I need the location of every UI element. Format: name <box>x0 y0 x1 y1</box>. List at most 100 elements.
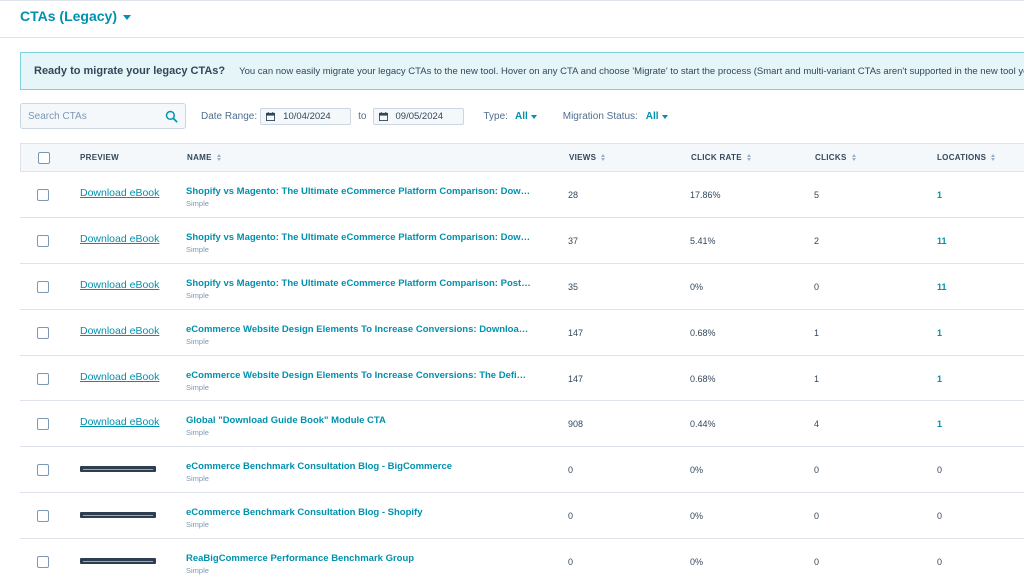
type-dropdown[interactable]: All <box>515 111 537 122</box>
row-checkbox[interactable] <box>37 326 49 339</box>
cell-locations[interactable]: 1 <box>937 374 942 384</box>
cta-name-link[interactable]: Shopify vs Magento: The Ultimate eCommer… <box>186 186 531 197</box>
cta-preview-image[interactable] <box>80 558 156 565</box>
cta-preview-link[interactable]: Download eBook <box>80 371 159 383</box>
banner-text: You can now easily migrate your legacy C… <box>239 65 1024 77</box>
cta-table: PREVIEW NAME VIEWS CLICK RATE CLICKS LOC… <box>20 143 1024 582</box>
cell-views: 0 <box>568 557 574 568</box>
cell-locations[interactable]: 1 <box>937 419 942 429</box>
row-checkbox[interactable] <box>37 372 49 385</box>
sort-icon[interactable] <box>851 154 856 161</box>
column-name[interactable]: NAME <box>187 153 221 162</box>
cta-name-link[interactable]: eCommerce Benchmark Consultation Blog - … <box>186 461 531 472</box>
cell-locations[interactable]: 11 <box>937 236 947 246</box>
cta-name-link[interactable]: Shopify vs Magento: The Ultimate eCommer… <box>186 278 531 289</box>
migration-status-dropdown[interactable]: All <box>646 111 668 122</box>
calendar-icon <box>266 111 276 121</box>
table-row[interactable]: Download eBook Global "Download Guide Boo… <box>20 401 1024 448</box>
cell-clicks: 1 <box>814 327 820 338</box>
cell-click-rate: 0% <box>690 557 704 568</box>
cell-locations[interactable]: 1 <box>937 190 942 200</box>
table-row[interactable]: Download eBook Shopify vs Magento: The Ul… <box>20 218 1024 264</box>
page-title-dropdown[interactable]: CTAs (Legacy) <box>20 8 131 24</box>
column-preview-label: PREVIEW <box>80 153 119 162</box>
cell-clicks: 0 <box>814 281 820 292</box>
column-click-rate[interactable]: CLICK RATE <box>691 153 751 162</box>
cta-name-link[interactable]: eCommerce Benchmark Consultation Blog - … <box>186 507 531 518</box>
cta-name-link[interactable]: Global "Download Guide Book" Module CTA <box>186 415 531 426</box>
column-locations-label: LOCATIONS <box>937 153 987 162</box>
cta-preview-image[interactable] <box>80 512 156 519</box>
cell-views: 147 <box>568 327 584 338</box>
cta-name-cell: ReaBigCommerce Performance Benchmark Gro… <box>186 553 531 575</box>
cta-type: Simple <box>186 382 209 392</box>
migration-status-value: All <box>645 110 659 122</box>
table-row[interactable]: eCommerce Benchmark Consultation Blog - … <box>20 493 1024 540</box>
cta-name-cell: Shopify vs Magento: The Ultimate eCommer… <box>186 186 531 208</box>
cell-locations: 0 <box>937 557 943 568</box>
table-header: PREVIEW NAME VIEWS CLICK RATE CLICKS LOC… <box>20 143 1024 172</box>
row-checkbox[interactable] <box>37 280 49 293</box>
table-row[interactable]: ReaBigCommerce Performance Benchmark Gro… <box>20 539 1024 582</box>
cta-preview-link[interactable]: Download eBook <box>80 325 159 337</box>
cell-clicks: 5 <box>814 190 820 200</box>
sort-icon[interactable] <box>216 154 221 161</box>
cta-preview-link[interactable]: Download eBook <box>80 416 159 428</box>
date-to-value: 09/05/2024 <box>395 110 444 122</box>
table-row[interactable]: Download eBook eCommerce Website Design E… <box>20 356 1024 402</box>
migration-banner: Ready to migrate your legacy CTAs? You c… <box>20 52 1024 90</box>
cta-preview-link[interactable]: Download eBook <box>80 187 159 199</box>
row-checkbox[interactable] <box>37 234 49 247</box>
table-row[interactable]: Download eBook eCommerce Website Design E… <box>20 310 1024 356</box>
date-from-picker[interactable]: 10/04/2024 <box>260 107 352 125</box>
sort-icon[interactable] <box>746 154 751 161</box>
row-checkbox[interactable] <box>37 510 49 523</box>
cell-click-rate: 0% <box>690 511 704 522</box>
cta-name-cell: Shopify vs Magento: The Ultimate eCommer… <box>186 278 531 300</box>
cell-clicks: 0 <box>814 465 820 476</box>
cta-preview-link[interactable]: Download eBook <box>80 233 159 245</box>
table-row[interactable]: Download eBook Shopify vs Magento: The Ul… <box>20 264 1024 310</box>
cell-clicks: 4 <box>814 419 820 430</box>
search-icon[interactable] <box>165 110 178 123</box>
row-checkbox[interactable] <box>37 464 49 477</box>
cta-type: Simple <box>186 336 209 346</box>
cta-name-link[interactable]: eCommerce Website Design Elements To Inc… <box>186 324 531 335</box>
table-row[interactable]: Download eBook Shopify vs Magento: The Ul… <box>20 172 1024 218</box>
cell-clicks: 0 <box>814 511 820 522</box>
cell-views: 35 <box>568 281 579 292</box>
cell-locations[interactable]: 1 <box>937 328 942 338</box>
cta-preview-image[interactable] <box>80 466 156 473</box>
select-all-checkbox[interactable] <box>38 152 50 164</box>
cell-locations[interactable]: 11 <box>937 282 947 292</box>
type-value: All <box>514 110 528 122</box>
column-locations[interactable]: LOCATIONS <box>937 153 996 162</box>
page-header: CTAs (Legacy) <box>0 0 1024 38</box>
cell-click-rate: 17.86% <box>690 190 721 200</box>
sort-icon[interactable] <box>991 154 996 161</box>
cta-name-link[interactable]: ReaBigCommerce Performance Benchmark Gro… <box>186 553 531 564</box>
cell-clicks: 0 <box>814 557 820 568</box>
cta-name-link[interactable]: eCommerce Website Design Elements To Inc… <box>186 370 531 381</box>
search-input[interactable] <box>28 110 158 122</box>
cta-preview-link[interactable]: Download eBook <box>80 279 159 291</box>
cta-type: Simple <box>186 244 209 254</box>
cta-name-cell: eCommerce Website Design Elements To Inc… <box>186 370 531 392</box>
cta-name-link[interactable]: Shopify vs Magento: The Ultimate eCommer… <box>186 232 531 243</box>
row-checkbox[interactable] <box>37 556 49 569</box>
caret-down-icon <box>530 115 537 119</box>
sort-icon[interactable] <box>601 154 606 161</box>
column-click-rate-label: CLICK RATE <box>691 153 742 162</box>
date-to-picker[interactable]: 09/05/2024 <box>372 107 464 125</box>
cell-views: 908 <box>568 419 584 430</box>
row-checkbox[interactable] <box>37 418 49 431</box>
row-checkbox[interactable] <box>37 189 49 201</box>
column-preview: PREVIEW <box>80 153 119 162</box>
search-box[interactable] <box>20 103 186 129</box>
cta-type: Simple <box>186 428 209 438</box>
cell-views: 147 <box>568 373 584 384</box>
column-views[interactable]: VIEWS <box>569 153 606 162</box>
table-row[interactable]: eCommerce Benchmark Consultation Blog - … <box>20 447 1024 494</box>
column-clicks[interactable]: CLICKS <box>815 153 856 162</box>
caret-down-icon <box>122 14 131 20</box>
